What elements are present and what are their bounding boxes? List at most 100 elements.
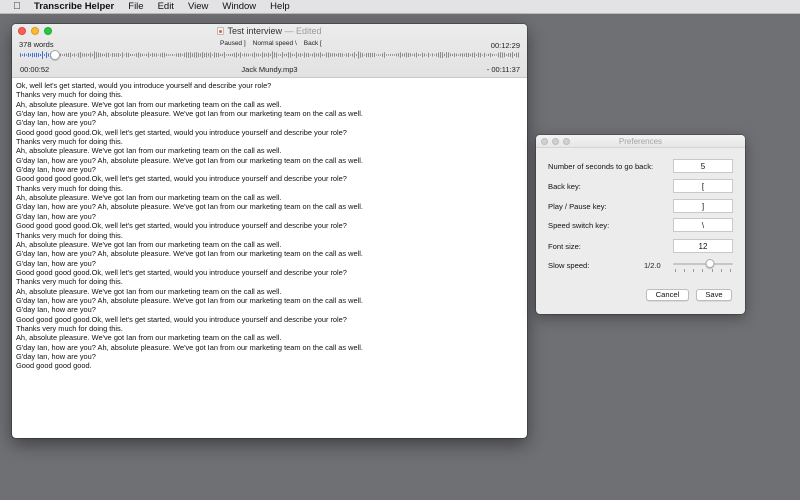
slow-speed-slider[interactable]: [673, 258, 733, 272]
waveform-bar: [512, 52, 513, 58]
waveform-bar: [270, 53, 271, 56]
waveform-bar: [100, 53, 101, 57]
waveform-bar: [124, 54, 125, 56]
waveform-bar: [224, 52, 225, 58]
waveform-bar: [364, 54, 365, 56]
font-size-field[interactable]: [673, 239, 733, 253]
waveform-bar: [320, 52, 321, 58]
waveform-bar: [24, 53, 25, 57]
waveform-bar: [80, 52, 81, 58]
waveform-bar: [440, 52, 441, 58]
waveform-bar: [86, 53, 87, 57]
waveform-bar: [342, 53, 343, 57]
waveform-bar: [158, 54, 159, 56]
slow-speed-label: Slow speed:: [548, 260, 590, 270]
waveform-bar: [374, 52, 375, 58]
playhead-knob[interactable]: [50, 50, 60, 60]
waveform-bar: [220, 54, 221, 56]
waveform-bar: [104, 54, 105, 57]
waveform-bar: [476, 54, 477, 56]
waveform-bar: [102, 53, 103, 57]
waveform-bar: [206, 52, 207, 58]
waveform-bar: [350, 54, 351, 56]
slider-knob[interactable]: [705, 259, 715, 268]
waveform-bar: [242, 54, 243, 56]
waveform-bar: [212, 54, 213, 56]
menu-window[interactable]: Window: [222, 1, 256, 12]
transcript-line: Thanks very much for doing this.: [16, 277, 123, 287]
waveform-bar: [32, 52, 33, 58]
waveform-bar: [360, 52, 361, 58]
transcript-line: Thanks very much for doing this.: [16, 137, 123, 147]
waveform-bar: [136, 53, 137, 57]
transcript-line: Good good good good.Ok, well let's get s…: [16, 267, 347, 277]
menu-view[interactable]: View: [188, 1, 208, 12]
save-button[interactable]: Save: [696, 289, 732, 301]
waveform-bar: [384, 52, 385, 58]
apple-logo-icon[interactable]: : [6, 1, 28, 12]
speed-switch-key-field[interactable]: [673, 218, 733, 232]
waveform-bar: [314, 52, 315, 58]
audio-waveform-scrubber[interactable]: [20, 51, 520, 59]
waveform-bar: [208, 53, 209, 57]
play-pause-key-field[interactable]: [673, 199, 733, 213]
waveform-bar: [264, 53, 265, 57]
waveform-bar: [502, 52, 503, 58]
seconds-back-row: Number of seconds to go back:: [548, 159, 733, 173]
waveform-bar: [370, 52, 371, 58]
cancel-button[interactable]: Cancel: [646, 289, 689, 301]
waveform-bar: [36, 52, 37, 58]
menu-edit[interactable]: Edit: [158, 1, 174, 12]
waveform-bar: [118, 53, 119, 57]
transcript-line: Thanks very much for doing this.: [16, 90, 123, 100]
menu-help[interactable]: Help: [270, 1, 290, 12]
waveform-bar: [300, 53, 301, 57]
waveform-bar: [112, 53, 113, 57]
waveform-bar: [312, 53, 313, 57]
waveform-bar: [230, 53, 231, 57]
waveform-bar: [484, 52, 485, 58]
waveform-bar: [154, 53, 155, 57]
preferences-titlebar[interactable]: Preferences: [536, 135, 745, 148]
waveform-bar: [404, 53, 405, 57]
waveform-bar: [432, 53, 433, 57]
transcript-text-area[interactable]: Ok, well let's get started, would you in…: [12, 79, 527, 438]
transcript-line: G'day Ian, how are you?: [16, 211, 96, 221]
menu-file[interactable]: File: [128, 1, 143, 12]
waveform-bar: [372, 53, 373, 57]
waveform-bar: [322, 53, 323, 57]
waveform-bar: [168, 54, 169, 56]
waveform-bar: [256, 53, 257, 57]
waveform-bar: [344, 54, 345, 56]
waveform-bar: [114, 53, 115, 57]
waveform-bar: [468, 52, 469, 58]
waveform-bar: [254, 52, 255, 58]
transcript-line: Good good good good.Ok, well let's get s…: [16, 221, 347, 231]
slow-speed-value: 1/2.0: [644, 260, 661, 270]
back-key-field[interactable]: [673, 179, 733, 193]
transcript-line: G'day Ian, how are you? Ah, absolute ple…: [16, 109, 363, 119]
waveform-bar: [460, 53, 461, 57]
waveform-bar: [422, 52, 423, 58]
waveform-bar: [250, 54, 251, 56]
transcript-line: G'day Ian, how are you? Ah, absolute ple…: [16, 155, 363, 165]
seconds-back-field[interactable]: [673, 159, 733, 173]
menu-app-name[interactable]: Transcribe Helper: [34, 1, 114, 12]
waveform-bar: [386, 54, 387, 56]
waveform-bar: [492, 53, 493, 57]
waveform-bar: [130, 53, 131, 56]
window-titlebar[interactable]: Test interview — Edited 378 words Paused…: [12, 24, 527, 78]
waveform-bar: [510, 53, 511, 57]
waveform-bar: [94, 51, 95, 59]
waveform-bar: [92, 53, 93, 57]
waveform-bar: [472, 52, 473, 58]
waveform-bar: [178, 53, 179, 57]
waveform-bar: [126, 52, 127, 58]
waveform-bar: [368, 52, 369, 58]
transcript-line: G'day Ian, how are you?: [16, 258, 96, 268]
waveform-bar: [434, 54, 435, 56]
menu-bar:  Transcribe Helper File Edit View Windo…: [0, 0, 800, 14]
waveform-bar: [454, 53, 455, 57]
back-status: Back [: [303, 40, 322, 47]
waveform-bar: [306, 53, 307, 57]
